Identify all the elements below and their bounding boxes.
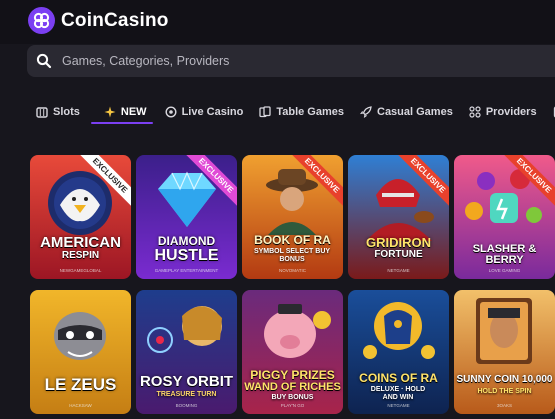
game-title-line: SLASHER & BERRY — [472, 243, 537, 266]
game-subtitle: TREASURE TURN — [156, 391, 217, 398]
nav-tab-casual-games[interactable]: Casual Games — [360, 99, 453, 125]
nav-tab-label: Live Casino — [181, 106, 244, 118]
game-card-rosy-orbit[interactable]: ROSY ORBIT TREASURE TURN BOOMING — [136, 290, 237, 414]
game-title-line: BOOK OF RA — [254, 233, 331, 247]
game-title: LE ZEUS — [30, 376, 131, 393]
search-bar[interactable]: Games, Categories, Providers — [27, 45, 555, 77]
nav-tab-live-casino[interactable]: Live Casino — [165, 99, 244, 125]
game-title: HUSTLE — [136, 248, 237, 264]
game-title: PIGGY PRIZES — [242, 369, 343, 381]
game-card-slasher-berry[interactable]: EXCLUSIVE SLASHER & BERRY LOVE GAMING — [454, 155, 555, 279]
nav-tab-label: Slots — [53, 106, 80, 118]
sunny-coin-artwork — [454, 290, 555, 414]
nav-tab-label: NEW — [120, 106, 147, 118]
nav-tab-providers[interactable]: Providers — [469, 99, 537, 125]
game-provider: NOVOMATIC — [279, 268, 306, 273]
top-bar: CoinCasino — [0, 0, 555, 44]
game-provider: LOVE GAMING — [488, 268, 521, 273]
nav-tab-slots[interactable]: Slots — [36, 99, 80, 125]
game-card-sunny-coin[interactable]: SUNNY COIN 10,000 HOLD THE SPIN 3OAKS — [454, 290, 555, 414]
game-title-line: AMERICAN — [40, 234, 121, 251]
game-title: ROSY ORBIT — [136, 374, 237, 389]
search-input[interactable]: Games, Categories, Providers — [62, 54, 229, 68]
game-title: AMERICAN — [30, 235, 131, 250]
game-title: SUNNY COIN 10,000 — [454, 375, 555, 385]
slots-icon — [36, 106, 48, 118]
game-title-line: GRIDIRON — [366, 235, 431, 250]
game-title-line: WAND OF RICHES — [244, 381, 341, 393]
game-card-gridiron-fortune[interactable]: EXCLUSIVE GRIDIRON FORTUNE NETGAME — [348, 155, 449, 279]
game-title: FORTUNE — [348, 250, 449, 260]
le-zeus-artwork — [30, 290, 131, 414]
game-title-line: SUNNY COIN 10,000 — [456, 374, 553, 385]
game-title-line: LE ZEUS — [44, 375, 117, 394]
game-title: SLASHER & BERRY — [454, 244, 555, 266]
game-card-le-zeus[interactable]: LE ZEUS HACKSAW — [30, 290, 131, 414]
game-subtitle: HOLD THE SPIN — [477, 388, 532, 395]
game-provider: BOOMING — [175, 403, 198, 408]
game-card-diamond-hustle[interactable]: EXCLUSIVE DIAMOND HUSTLE GAMEPLAY ENTERT… — [136, 155, 237, 279]
game-provider: HACKSAW — [69, 403, 92, 408]
active-tab-indicator — [91, 122, 153, 124]
game-title: WAND OF RICHES — [242, 382, 343, 393]
live-icon — [165, 106, 177, 118]
nav-tab-label: Providers — [485, 106, 537, 118]
game-title: GRIDIRON — [348, 236, 449, 249]
game-provider: NETGAME — [387, 268, 410, 273]
sparkle-icon — [104, 106, 116, 118]
game-card-piggy-prizes[interactable]: PIGGY PRIZES WAND OF RICHES BUY BONUS PL… — [242, 290, 343, 414]
game-title-line: FORTUNE — [374, 249, 423, 260]
search-icon — [36, 53, 52, 69]
rocket-icon — [360, 106, 372, 118]
page: CoinCasino Games, Categories, Providers … — [0, 0, 555, 419]
game-title: DIAMOND — [136, 235, 237, 247]
game-provider: NETGAME — [387, 403, 410, 408]
game-provider: 3OAKS — [496, 403, 512, 408]
game-provider: PLAY'N GO — [280, 403, 305, 408]
nav-tab-label: Casual Games — [377, 106, 453, 118]
game-provider: GAMEPLAY ENTERTAINMENT — [154, 268, 219, 273]
game-title-line: DIAMOND — [157, 234, 216, 248]
game-title-line: PIGGY PRIZES — [250, 368, 335, 382]
game-subtitle: BUY BONUS — [271, 394, 314, 401]
game-title-line: ROSY ORBIT — [139, 373, 234, 390]
brand-name: CoinCasino — [61, 9, 169, 31]
nav-tab-label: Table Games — [276, 106, 344, 118]
game-card-american-respin[interactable]: EXCLUSIVE AMERICAN RESPIN NEWGAMEGLOBAL — [30, 155, 131, 279]
game-subtitle: DELUXE · HOLD AND WIN — [370, 386, 426, 402]
game-title: BOOK OF RA — [242, 234, 343, 246]
game-card-coins-of-ra[interactable]: COINS OF RA DELUXE · HOLD AND WIN NETGAM… — [348, 290, 449, 414]
game-provider: NEWGAMEGLOBAL — [59, 268, 102, 273]
coincasino-logo-icon — [28, 7, 55, 34]
game-card-book-of-ra[interactable]: EXCLUSIVE BOOK OF RA SYMBOL SELECT BUY B… — [242, 155, 343, 279]
game-subtitle: SYMBOL SELECT BUY BONUS — [253, 248, 331, 263]
game-title-line: RESPIN — [61, 250, 100, 261]
providers-icon — [469, 106, 481, 118]
game-title-line: COINS OF RA — [359, 371, 438, 385]
cards-icon — [259, 106, 271, 118]
game-title-line: HUSTLE — [154, 247, 219, 264]
game-title: COINS OF RA — [348, 372, 449, 384]
nav-tab-table-games[interactable]: Table Games — [259, 99, 344, 125]
brand-logo[interactable]: CoinCasino — [28, 7, 169, 34]
game-title: RESPIN — [30, 251, 131, 261]
